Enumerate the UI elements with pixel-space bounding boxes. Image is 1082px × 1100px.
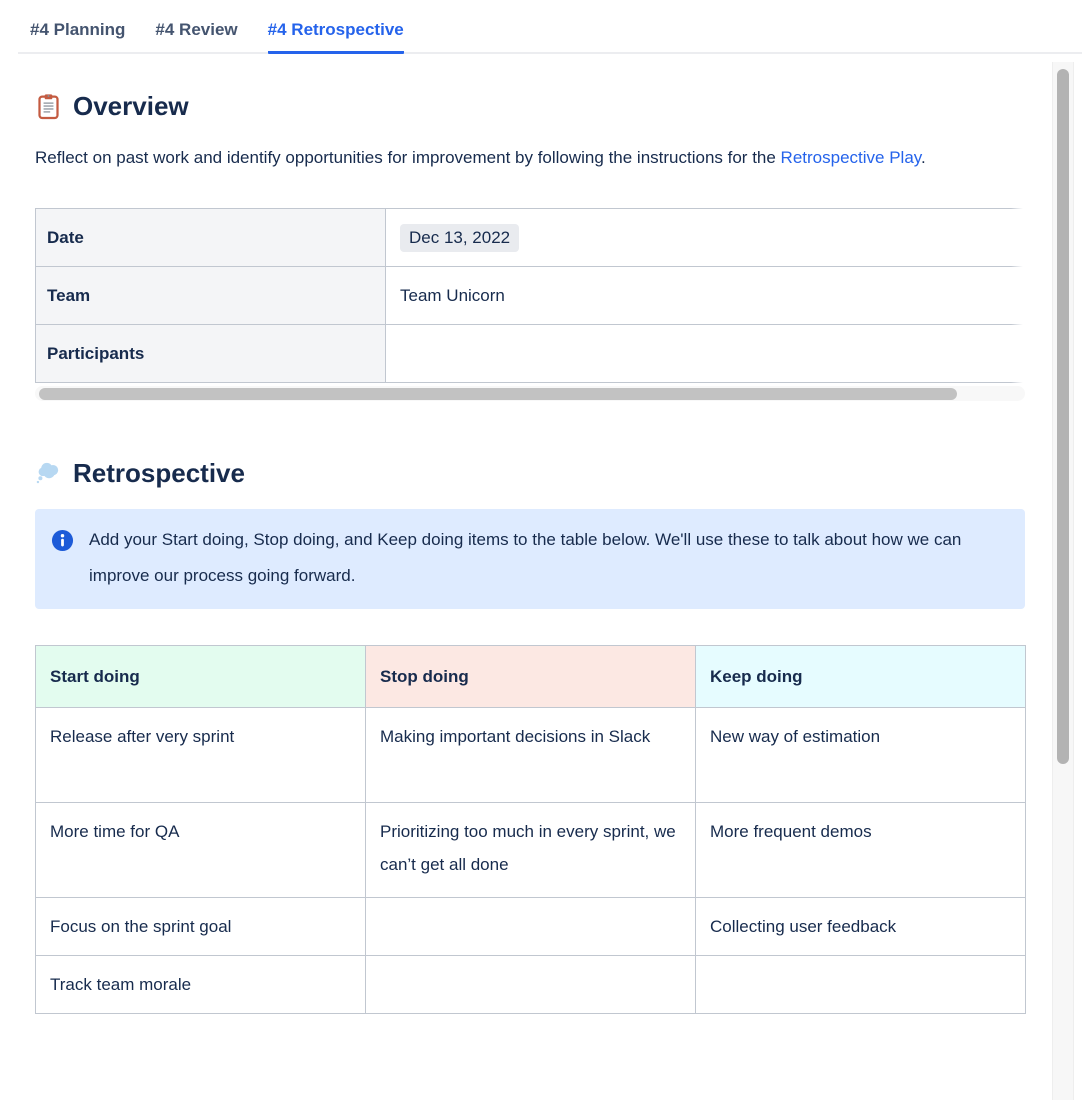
- tab-retrospective[interactable]: #4 Retrospective: [268, 20, 404, 54]
- overview-table-wrap: Date Dec 13, 2022 Team Team Unicorn Part…: [35, 208, 1025, 383]
- date-label: Date: [36, 209, 386, 267]
- overview-description-period: .: [921, 148, 926, 167]
- retro-cell[interactable]: More time for QA: [36, 803, 366, 898]
- table-row-participants: Participants: [36, 325, 1026, 383]
- retrospective-heading-label: Retrospective: [73, 457, 245, 489]
- participants-value-cell[interactable]: [386, 325, 1026, 383]
- retro-cell[interactable]: [696, 956, 1026, 1014]
- retro-table-header-row: Start doing Stop doing Keep doing: [36, 646, 1026, 708]
- table-row: Track team morale: [36, 956, 1026, 1014]
- table-row-team: Team Team Unicorn: [36, 267, 1026, 325]
- overview-heading: Overview: [35, 90, 1025, 122]
- table-row: Release after very sprint Making importa…: [36, 708, 1026, 803]
- tab-planning[interactable]: #4 Planning: [30, 20, 125, 52]
- overview-description: Reflect on past work and identify opport…: [35, 139, 1025, 176]
- retrospective-table: Start doing Stop doing Keep doing Releas…: [35, 645, 1026, 1014]
- horizontal-scrollbar-thumb[interactable]: [39, 388, 957, 400]
- clipboard-icon: [35, 93, 62, 120]
- participants-label: Participants: [36, 325, 386, 383]
- retro-cell[interactable]: [366, 898, 696, 956]
- overview-heading-label: Overview: [73, 90, 189, 122]
- header-keep-doing: Keep doing: [696, 646, 1026, 708]
- retro-cell[interactable]: New way of estimation: [696, 708, 1026, 803]
- info-panel-text: Add your Start doing, Stop doing, and Ke…: [89, 522, 1009, 594]
- retro-cell[interactable]: Track team morale: [36, 956, 366, 1014]
- page-content: Overview Reflect on past work and identi…: [0, 90, 1082, 1014]
- retrospective-play-link[interactable]: Retrospective Play: [781, 148, 921, 167]
- tab-review[interactable]: #4 Review: [155, 20, 237, 52]
- date-value-cell[interactable]: Dec 13, 2022: [386, 209, 1026, 267]
- overview-table: Date Dec 13, 2022 Team Team Unicorn Part…: [35, 208, 1025, 383]
- info-icon: [51, 522, 74, 594]
- table-row: Focus on the sprint goal Collecting user…: [36, 898, 1026, 956]
- table-row: More time for QA Prioritizing too much i…: [36, 803, 1026, 898]
- retro-cell[interactable]: Prioritizing too much in every sprint, w…: [366, 803, 696, 898]
- team-label: Team: [36, 267, 386, 325]
- retro-cell[interactable]: Release after very sprint: [36, 708, 366, 803]
- retrospective-heading: Retrospective: [35, 457, 1025, 489]
- retro-cell[interactable]: Making important decisions in Slack: [366, 708, 696, 803]
- date-lozenge[interactable]: Dec 13, 2022: [400, 224, 519, 252]
- thought-balloon-icon: [35, 460, 62, 487]
- retro-cell[interactable]: More frequent demos: [696, 803, 1026, 898]
- retro-cell[interactable]: Collecting user feedback: [696, 898, 1026, 956]
- overview-description-text: Reflect on past work and identify opport…: [35, 148, 781, 167]
- vertical-scrollbar-track[interactable]: [1052, 62, 1074, 1100]
- retro-cell[interactable]: Focus on the sprint goal: [36, 898, 366, 956]
- header-start-doing: Start doing: [36, 646, 366, 708]
- team-value-cell[interactable]: Team Unicorn: [386, 267, 1026, 325]
- info-panel: Add your Start doing, Stop doing, and Ke…: [35, 509, 1025, 609]
- horizontal-scrollbar-track[interactable]: [35, 386, 1025, 401]
- retro-cell[interactable]: [366, 956, 696, 1014]
- vertical-scrollbar-thumb[interactable]: [1057, 69, 1069, 764]
- table-row-date: Date Dec 13, 2022: [36, 209, 1026, 267]
- page-tabs: #4 Planning #4 Review #4 Retrospective: [18, 0, 1082, 54]
- header-stop-doing: Stop doing: [366, 646, 696, 708]
